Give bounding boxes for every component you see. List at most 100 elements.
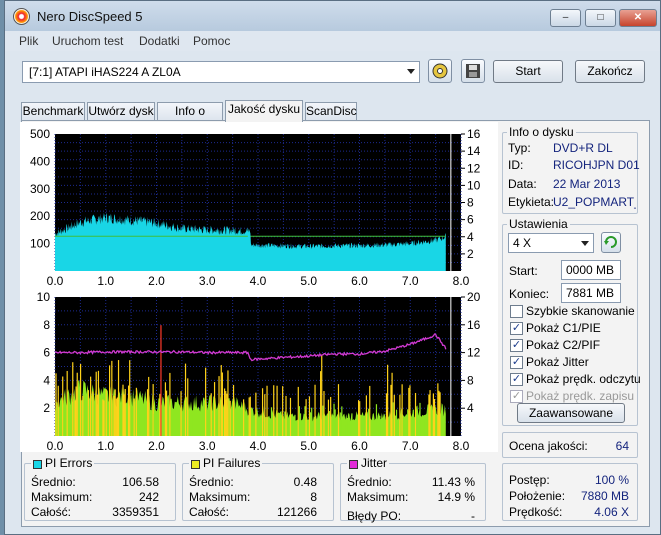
pif-x-tick-label: 2.0 — [148, 439, 165, 452]
tab-create-disc[interactable]: Utwórz dysk — [87, 102, 155, 121]
pie-x-tick-label: 7.0 — [402, 274, 419, 288]
quality-score-label: Ocena jakości: — [509, 439, 588, 453]
jitter-avg-label: Średnio: — [347, 475, 392, 489]
pie-y-right-tick-label: 12 — [467, 161, 481, 175]
quick-scan-checkbox[interactable] — [510, 305, 523, 318]
window-title: Nero DiscSpeed 5 — [37, 9, 143, 24]
pie-x-tick-label: 3.0 — [199, 274, 216, 288]
end-pos-label: Koniec: — [509, 287, 550, 301]
position-value: 7880 MB — [580, 489, 629, 503]
disc-id-value: RICOHJPN D01 — [553, 158, 640, 172]
pif-x-tick-label: 1.0 — [97, 439, 114, 452]
show-read-speed-checkbox[interactable]: ✓ — [510, 373, 523, 386]
menu-bar: Plik Uruchom test Dodatki Pomoc — [5, 31, 660, 51]
pie-y-right-tick-label: 8 — [467, 196, 474, 210]
pif-y-right-tick-label: 20 — [467, 290, 481, 304]
progress-value: 100 % — [594, 473, 629, 487]
disc-id-label: ID: — [508, 158, 524, 172]
pif-y-right-tick-label: 4 — [467, 401, 474, 415]
pie-y-right-tick-label: 6 — [467, 213, 474, 227]
pie-x-tick-label: 2.0 — [148, 274, 165, 288]
pif-avg-value: 0.48 — [293, 475, 317, 489]
tab-scandisc[interactable]: ScanDisc — [305, 102, 357, 121]
menu-extras[interactable]: Dodatki — [139, 34, 180, 48]
po-errors-label: Błędy PO: — [347, 509, 402, 523]
pif-max-value: 8 — [310, 490, 317, 504]
pif-y-right-tick-label: 12 — [467, 346, 481, 360]
pif-x-tick-label: 8.0 — [453, 439, 470, 452]
pie-y-right-tick-label: 2 — [467, 247, 474, 261]
pie-x-tick-label: 4.0 — [250, 274, 267, 288]
chevron-down-icon — [407, 69, 415, 74]
refresh-speed-button[interactable] — [601, 232, 621, 253]
maximize-button[interactable]: □ — [585, 9, 616, 27]
show-pie-checkbox[interactable]: ✓ — [510, 322, 523, 335]
settings-title: Ustawienia — [507, 217, 570, 231]
disc-info-group: Info o dysku Typ: DVD+R DL ID: RICOHJPN … — [502, 125, 640, 214]
pie-x-tick-label: 0.0 — [47, 274, 64, 288]
pie-total-value: 3359351 — [112, 505, 159, 519]
jitter-swatch — [349, 460, 358, 469]
close-button[interactable]: ✕ — [619, 9, 657, 27]
pi-failures-group: PI Failures Średnio: 0.48 Maksimum: 8 Ca… — [182, 456, 334, 521]
tab-benchmark[interactable]: Benchmark — [21, 102, 85, 121]
disc-label-label: Etykieta: — [508, 195, 555, 209]
settings-group: Ustawienia 4 X Start: 0000 MB Koniec: 78… — [502, 217, 641, 426]
show-jitter-checkbox[interactable]: ✓ — [510, 356, 523, 369]
drive-select-value: [7:1] ATAPI iHAS224 A ZL0A — [29, 65, 181, 79]
pif-y-left-tick-label: 4 — [43, 373, 50, 387]
pif-y-right-tick-label: 8 — [467, 373, 474, 387]
pif-max-label: Maksimum: — [189, 490, 251, 504]
quality-score-value: 64 — [615, 439, 629, 453]
show-read-speed-label: Pokaż prędk. odczytu — [526, 372, 641, 386]
pif-x-tick-label: 6.0 — [351, 439, 368, 452]
minimize-button[interactable]: – — [550, 9, 581, 27]
stop-button[interactable]: Zakończ — [575, 60, 645, 83]
speed-value: 4.06 X — [594, 505, 629, 519]
position-label: Położenie: — [509, 489, 566, 503]
start-button[interactable]: Start — [493, 60, 563, 83]
advanced-button[interactable]: Zaawansowane — [517, 403, 625, 423]
pie-y-left-tick-label: 300 — [30, 182, 50, 196]
eject-disc-button[interactable] — [428, 59, 452, 83]
tab-disc-info[interactable]: Info o dysku — [157, 102, 223, 135]
pie-y-left-tick-label: 200 — [30, 209, 50, 223]
menu-file[interactable]: Plik — [19, 34, 38, 48]
tab-disc-quality[interactable]: Jakość dysku — [225, 100, 303, 122]
show-pie-label: Pokaż C1/PIE — [526, 321, 601, 335]
pie-y-right-tick-label: 16 — [467, 127, 481, 141]
start-pos-input[interactable]: 0000 MB — [561, 260, 621, 280]
show-jitter-label: Pokaż Jitter — [526, 355, 589, 369]
show-write-speed-label: Pokaż prędk. zapisu — [526, 389, 635, 403]
speed-select[interactable]: 4 X — [508, 233, 594, 253]
end-pos-input[interactable]: 7881 MB — [561, 283, 621, 303]
refresh-icon — [604, 236, 617, 248]
pi-errors-swatch — [33, 460, 42, 469]
disc-type-value: DVD+R DL — [553, 141, 613, 155]
pie-y-right-tick-label: 4 — [467, 230, 474, 244]
menu-help[interactable]: Pomoc — [193, 34, 230, 48]
pie-x-tick-label: 8.0 — [453, 274, 470, 288]
toolbar: [7:1] ATAPI iHAS224 A ZL0A Start Zakończ — [15, 54, 651, 92]
progress-group: Postęp: 100 % Położenie: 7880 MB Prędkoś… — [502, 463, 638, 521]
show-write-speed-checkbox: ✓ — [510, 390, 523, 403]
show-pif-checkbox[interactable]: ✓ — [510, 339, 523, 352]
jitter-group: Jitter Średnio: 11.43 % Maksimum: 14.9 %… — [340, 456, 486, 523]
pie-y-left-tick-label: 500 — [30, 127, 50, 141]
drive-select[interactable]: [7:1] ATAPI iHAS224 A ZL0A — [22, 61, 420, 83]
pif-avg-label: Średnio: — [189, 475, 234, 489]
pie-y-right-tick-label: 14 — [467, 144, 481, 158]
pie-avg-value: 106.58 — [122, 475, 159, 489]
pi-failures-title: PI Failures — [189, 456, 263, 470]
pif-total-value: 121266 — [276, 505, 317, 519]
pif-x-tick-label: 0.0 — [47, 439, 64, 452]
show-pif-label: Pokaż C2/PIF — [526, 338, 601, 352]
disc-icon — [13, 8, 30, 25]
pie-y-left-tick-label: 400 — [30, 154, 50, 168]
pif-x-tick-label: 5.0 — [300, 439, 317, 452]
pie-x-tick-label: 6.0 — [351, 274, 368, 288]
save-button[interactable] — [461, 59, 485, 83]
menu-run-test[interactable]: Uruchom test — [52, 34, 123, 48]
jitter-avg-value: 11.43 % — [431, 475, 475, 489]
quality-charts: 0.0 1.0 2.0 3.0 4.0 5.0 6.0 7.0 8.0 100 200 300 400 5… — [30, 127, 481, 453]
